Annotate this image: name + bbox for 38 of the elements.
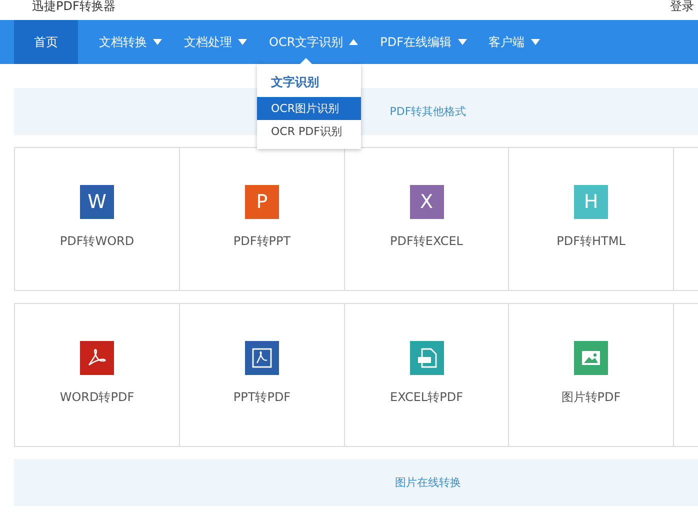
tool-card[interactable]: EXCEL转PDF	[344, 304, 508, 446]
tool-card[interactable]: PPT转PDF	[179, 304, 344, 446]
section-title: PDF转其他格式	[390, 104, 466, 119]
tool-label: 图片转PDF	[561, 388, 621, 406]
caret-icon	[530, 39, 540, 45]
nav-tab[interactable]: 文档转换	[88, 20, 173, 64]
tool-card[interactable]: WORD转PDF	[14, 304, 179, 446]
caret-icon	[153, 39, 162, 45]
nav-tab[interactable]: OCR文字识别	[258, 20, 370, 64]
login-link[interactable]: 登录	[670, 0, 694, 12]
nav-tab[interactable]: 文档处理	[173, 20, 258, 64]
tool-card[interactable]: 图片转PDF	[508, 304, 673, 446]
tool-label: PDF转WORD	[60, 232, 134, 250]
menu-item[interactable]: OCR图片识别	[257, 97, 361, 120]
section-title: 图片在线转换	[395, 475, 461, 490]
tool-label: WORD转PDF	[60, 388, 134, 406]
letter-icon: X	[410, 184, 444, 218]
nav-tab[interactable]: PDF在线编辑	[369, 20, 478, 64]
letter-icon: P	[245, 184, 279, 218]
menu-item[interactable]: OCR PDF识别	[257, 120, 361, 143]
letter-icon: W	[80, 184, 114, 218]
tool-card[interactable]: W PDF转WORD	[14, 148, 179, 290]
tool-label: PDF转EXCEL	[390, 232, 463, 250]
nav-tab[interactable]: 首页	[14, 20, 78, 64]
app-title: 迅捷PDF转换器	[32, 0, 116, 12]
nav-tab[interactable]: 客户端	[478, 20, 551, 64]
tool-label: PPT转PDF	[233, 388, 291, 406]
caret-icon	[238, 39, 247, 45]
caret-icon	[349, 39, 358, 45]
menu-heading: 文字识别	[270, 74, 320, 91]
caret-icon	[458, 39, 467, 45]
tool-label: EXCEL转PDF	[390, 388, 463, 406]
letter-icon: H	[574, 184, 608, 218]
tool-label: PDF转PPT	[233, 232, 291, 250]
tool-label: PDF转HTML	[556, 232, 626, 250]
tool-card[interactable]: X PDF转EXCEL	[344, 148, 508, 290]
tool-card[interactable]: H PDF转HTML	[508, 148, 673, 290]
tool-card[interactable]: P PDF转PPT	[179, 148, 344, 290]
